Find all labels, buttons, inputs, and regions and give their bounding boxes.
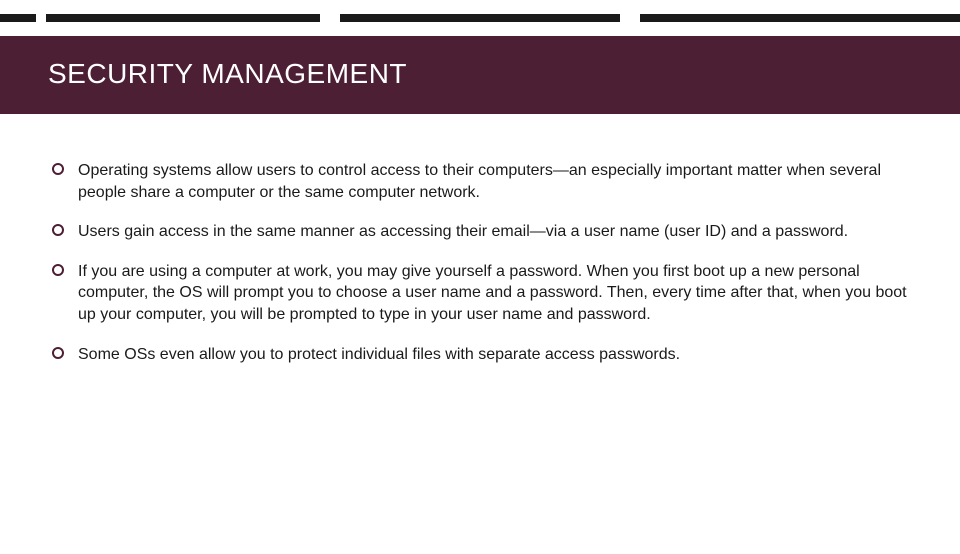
slide-title: SECURITY MANAGEMENT xyxy=(48,58,912,90)
list-item: Users gain access in the same manner as … xyxy=(52,221,908,243)
circle-bullet-icon xyxy=(52,163,64,175)
list-item: If you are using a computer at work, you… xyxy=(52,261,908,326)
content-area: Operating systems allow users to control… xyxy=(0,114,960,365)
circle-bullet-icon xyxy=(52,224,64,236)
bar-gap xyxy=(320,14,340,22)
bar-segment xyxy=(640,14,960,22)
bullet-list: Operating systems allow users to control… xyxy=(52,160,908,365)
bullet-text: Some OSs even allow you to protect indiv… xyxy=(78,344,680,366)
bar-segment xyxy=(340,14,620,22)
bar-gap xyxy=(620,14,640,22)
circle-bullet-icon xyxy=(52,264,64,276)
list-item: Operating systems allow users to control… xyxy=(52,160,908,203)
title-band: SECURITY MANAGEMENT xyxy=(0,36,960,114)
bar-gap xyxy=(36,14,46,22)
bullet-text: If you are using a computer at work, you… xyxy=(78,261,908,326)
top-accent-bar xyxy=(0,14,960,22)
bullet-text: Users gain access in the same manner as … xyxy=(78,221,848,243)
circle-bullet-icon xyxy=(52,347,64,359)
bar-segment xyxy=(46,14,320,22)
list-item: Some OSs even allow you to protect indiv… xyxy=(52,344,908,366)
bullet-text: Operating systems allow users to control… xyxy=(78,160,908,203)
bar-segment xyxy=(0,14,36,22)
